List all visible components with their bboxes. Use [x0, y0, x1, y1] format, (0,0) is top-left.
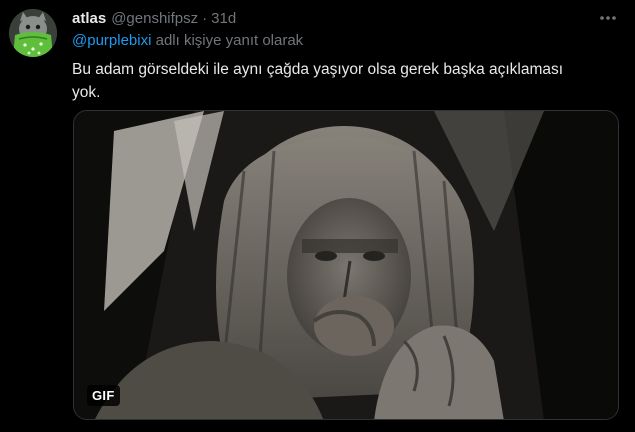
display-name[interactable]: atlas	[72, 10, 106, 27]
more-dots-icon[interactable]	[597, 8, 619, 28]
gif-media[interactable]: GIF	[73, 110, 619, 420]
bandana-avatar-icon[interactable]	[9, 9, 57, 57]
separator-dot: ·	[202, 9, 208, 27]
reply-context: @purplebixi adlı kişiye yanıt olarak	[72, 32, 619, 52]
tweet-header: atlas @genshifpsz · 31d	[72, 8, 619, 28]
tweet-card: atlas @genshifpsz · 31d @purplebixi adlı…	[0, 0, 635, 432]
timestamp[interactable]: 31d	[211, 10, 236, 27]
gif-badge: GIF	[87, 385, 120, 406]
tweet-text: Bu adam görseldeki ile aynı çağda yaşıyo…	[72, 61, 564, 101]
gif-frame-image	[74, 111, 618, 419]
user-handle[interactable]: @genshifpsz	[111, 10, 198, 27]
reply-suffix-text: adlı kişiye yanıt olarak	[151, 32, 304, 49]
tweet-content: atlas @genshifpsz · 31d @purplebixi adlı…	[72, 8, 619, 104]
reply-mention-link[interactable]: @purplebixi	[72, 32, 151, 49]
